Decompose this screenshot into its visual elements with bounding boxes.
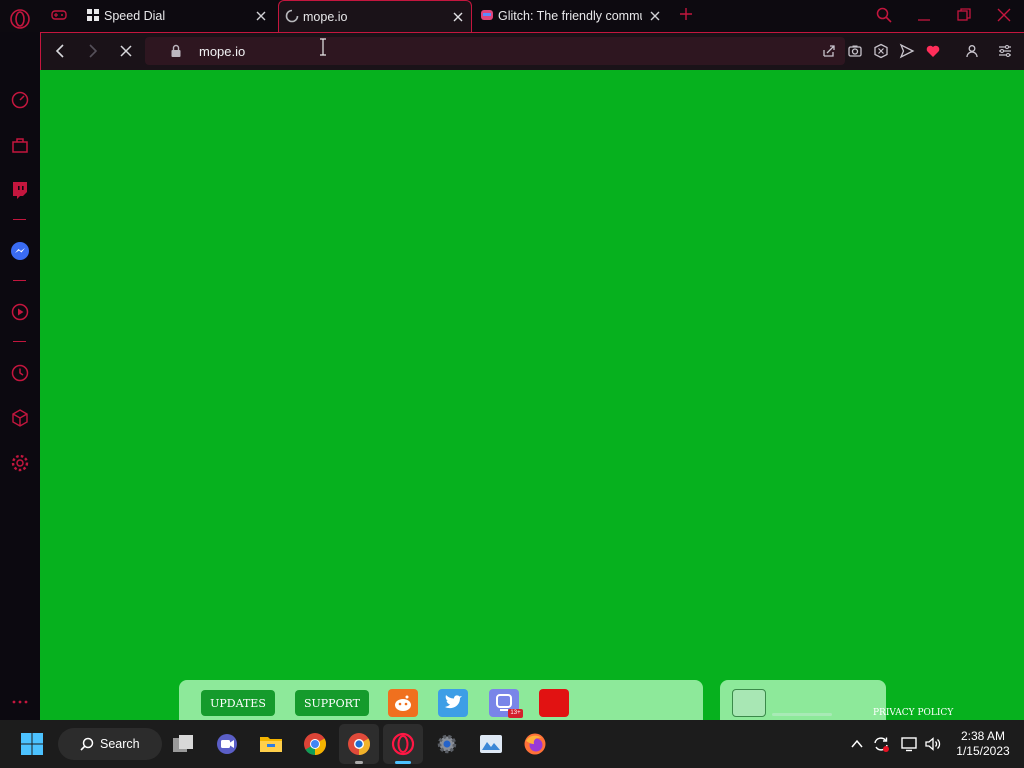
ad-blocker-icon[interactable] bbox=[873, 43, 889, 59]
page-viewport[interactable]: UPDATES SUPPORT 13+ PRIVACY POLICY bbox=[40, 70, 1024, 720]
sidebar-separator bbox=[13, 280, 26, 281]
tab-strip: Speed Dial mope.io Glitch: The friendly … bbox=[0, 0, 1024, 32]
messenger-icon[interactable] bbox=[10, 241, 30, 261]
taskbar-search[interactable]: Search bbox=[58, 728, 162, 760]
bag-icon[interactable] bbox=[10, 135, 30, 155]
reddit-icon[interactable] bbox=[388, 689, 418, 717]
sidebar bbox=[0, 70, 40, 720]
system-clock[interactable]: 2:38 AM 1/15/2023 bbox=[948, 729, 1018, 759]
photos-icon[interactable] bbox=[479, 732, 503, 756]
bottom-menu-panel: UPDATES SUPPORT 13+ bbox=[179, 680, 703, 720]
tab-title: Glitch: The friendly commu bbox=[498, 9, 642, 23]
active-indicator bbox=[395, 761, 411, 764]
gamepad-icon[interactable] bbox=[50, 6, 68, 24]
clock-time: 2:38 AM bbox=[960, 729, 1006, 743]
running-indicator bbox=[355, 761, 363, 764]
lock-icon[interactable] bbox=[169, 44, 183, 58]
account-panel bbox=[720, 680, 886, 720]
cube-icon[interactable] bbox=[10, 408, 30, 428]
volume-icon[interactable] bbox=[924, 735, 942, 753]
more-icon[interactable] bbox=[10, 692, 30, 712]
youtube-icon[interactable] bbox=[539, 689, 569, 717]
address-bar[interactable]: mope.io bbox=[145, 37, 845, 65]
stop-loading-icon[interactable] bbox=[117, 42, 135, 60]
opera-logo-icon[interactable] bbox=[9, 8, 31, 30]
chrome-icon[interactable] bbox=[303, 732, 327, 756]
navigation-bar: mope.io bbox=[40, 32, 1024, 70]
search-icon bbox=[80, 737, 94, 751]
glitch-fish-icon bbox=[481, 10, 493, 20]
profile-icon[interactable] bbox=[964, 43, 980, 59]
tab-glitch[interactable]: Glitch: The friendly commu bbox=[474, 2, 670, 30]
heart-icon[interactable] bbox=[925, 43, 941, 59]
easy-setup-icon[interactable] bbox=[997, 43, 1013, 59]
settings-gear-icon[interactable] bbox=[435, 732, 459, 756]
sync-icon[interactable] bbox=[872, 735, 890, 753]
sidebar-separator bbox=[13, 341, 26, 342]
updates-button[interactable]: UPDATES bbox=[201, 690, 275, 716]
loading-spinner-icon bbox=[285, 9, 299, 23]
windows-start-icon[interactable] bbox=[20, 732, 44, 756]
avatar-placeholder[interactable] bbox=[732, 689, 766, 717]
restore-icon[interactable] bbox=[955, 6, 973, 24]
new-tab-plus-icon[interactable] bbox=[678, 6, 694, 22]
search-label: Search bbox=[100, 737, 140, 751]
search-tabs-icon[interactable] bbox=[875, 6, 893, 24]
clock-date: 1/15/2023 bbox=[956, 744, 1010, 758]
player-icon[interactable] bbox=[10, 302, 30, 322]
privacy-policy-link[interactable]: PRIVACY POLICY bbox=[873, 708, 953, 718]
task-view-icon[interactable] bbox=[171, 732, 195, 756]
forward-icon[interactable] bbox=[84, 42, 102, 60]
send-icon[interactable] bbox=[899, 43, 915, 59]
twitter-icon[interactable] bbox=[438, 689, 468, 717]
progress-bar bbox=[772, 713, 832, 716]
sidebar-separator bbox=[13, 219, 26, 220]
tab-mope-io[interactable]: mope.io bbox=[278, 0, 472, 32]
speed-dial-icon bbox=[87, 9, 99, 21]
twitch-icon[interactable] bbox=[10, 180, 30, 200]
file-explorer-icon[interactable] bbox=[259, 732, 283, 756]
chevron-up-icon[interactable] bbox=[848, 735, 866, 753]
minimize-icon[interactable] bbox=[915, 6, 933, 24]
text-cursor-icon bbox=[320, 38, 326, 56]
support-button[interactable]: SUPPORT bbox=[295, 690, 369, 716]
share-icon[interactable] bbox=[821, 43, 837, 59]
tab-title: Speed Dial bbox=[104, 9, 166, 23]
speedometer-icon[interactable] bbox=[10, 90, 30, 110]
tab-speed-dial[interactable]: Speed Dial bbox=[80, 2, 276, 30]
url-text[interactable]: mope.io bbox=[199, 44, 245, 59]
close-icon[interactable] bbox=[254, 9, 268, 23]
history-icon[interactable] bbox=[10, 363, 30, 383]
opera-gx-icon[interactable] bbox=[391, 732, 415, 756]
screen: Speed Dial mope.io Glitch: The friendly … bbox=[0, 0, 1024, 768]
close-icon[interactable] bbox=[451, 10, 465, 24]
back-icon[interactable] bbox=[51, 42, 69, 60]
taskbar: Search 2:38 AM 1/15/2023 bbox=[0, 720, 1024, 768]
camera-icon[interactable] bbox=[847, 43, 863, 59]
settings-icon[interactable] bbox=[10, 453, 30, 473]
tab-title: mope.io bbox=[303, 10, 348, 24]
close-window-icon[interactable] bbox=[995, 6, 1013, 24]
discord-age-badge: 13+ bbox=[508, 709, 523, 718]
close-icon[interactable] bbox=[648, 9, 662, 23]
firefox-icon[interactable] bbox=[523, 732, 547, 756]
display-icon[interactable] bbox=[900, 735, 918, 753]
chromium-app-icon[interactable] bbox=[347, 732, 371, 756]
teams-chat-icon[interactable] bbox=[215, 732, 239, 756]
